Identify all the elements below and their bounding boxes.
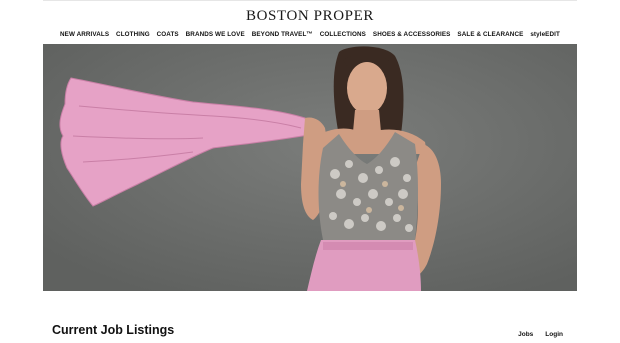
nav-brands-we-love[interactable]: BRANDS WE LOVE <box>186 31 245 38</box>
main-nav: NEW ARRIVALS CLOTHING COATS BRANDS WE LO… <box>60 29 560 39</box>
nav-new-arrivals[interactable]: NEW ARRIVALS <box>60 31 109 38</box>
nav-clothing[interactable]: CLOTHING <box>116 31 150 38</box>
nav-styleedit[interactable]: styleEDIT <box>530 31 560 38</box>
nav-sale-clearance[interactable]: SALE & CLEARANCE <box>457 31 523 38</box>
page-title: Current Job Listings <box>52 323 175 337</box>
account-links: Jobs Login <box>518 331 563 338</box>
nav-beyond-travel[interactable]: BEYOND TRAVEL™ <box>252 31 313 38</box>
brand-logo[interactable]: BOSTON PROPER <box>0 8 620 25</box>
login-link[interactable]: Login <box>545 331 563 338</box>
header-divider <box>43 0 577 1</box>
hero-banner[interactable] <box>43 44 577 291</box>
nav-shoes-accessories[interactable]: SHOES & ACCESSORIES <box>373 31 451 38</box>
nav-coats[interactable]: COATS <box>157 31 179 38</box>
jobs-link[interactable]: Jobs <box>518 331 533 338</box>
nav-collections[interactable]: COLLECTIONS <box>320 31 366 38</box>
hero-image <box>43 44 577 291</box>
